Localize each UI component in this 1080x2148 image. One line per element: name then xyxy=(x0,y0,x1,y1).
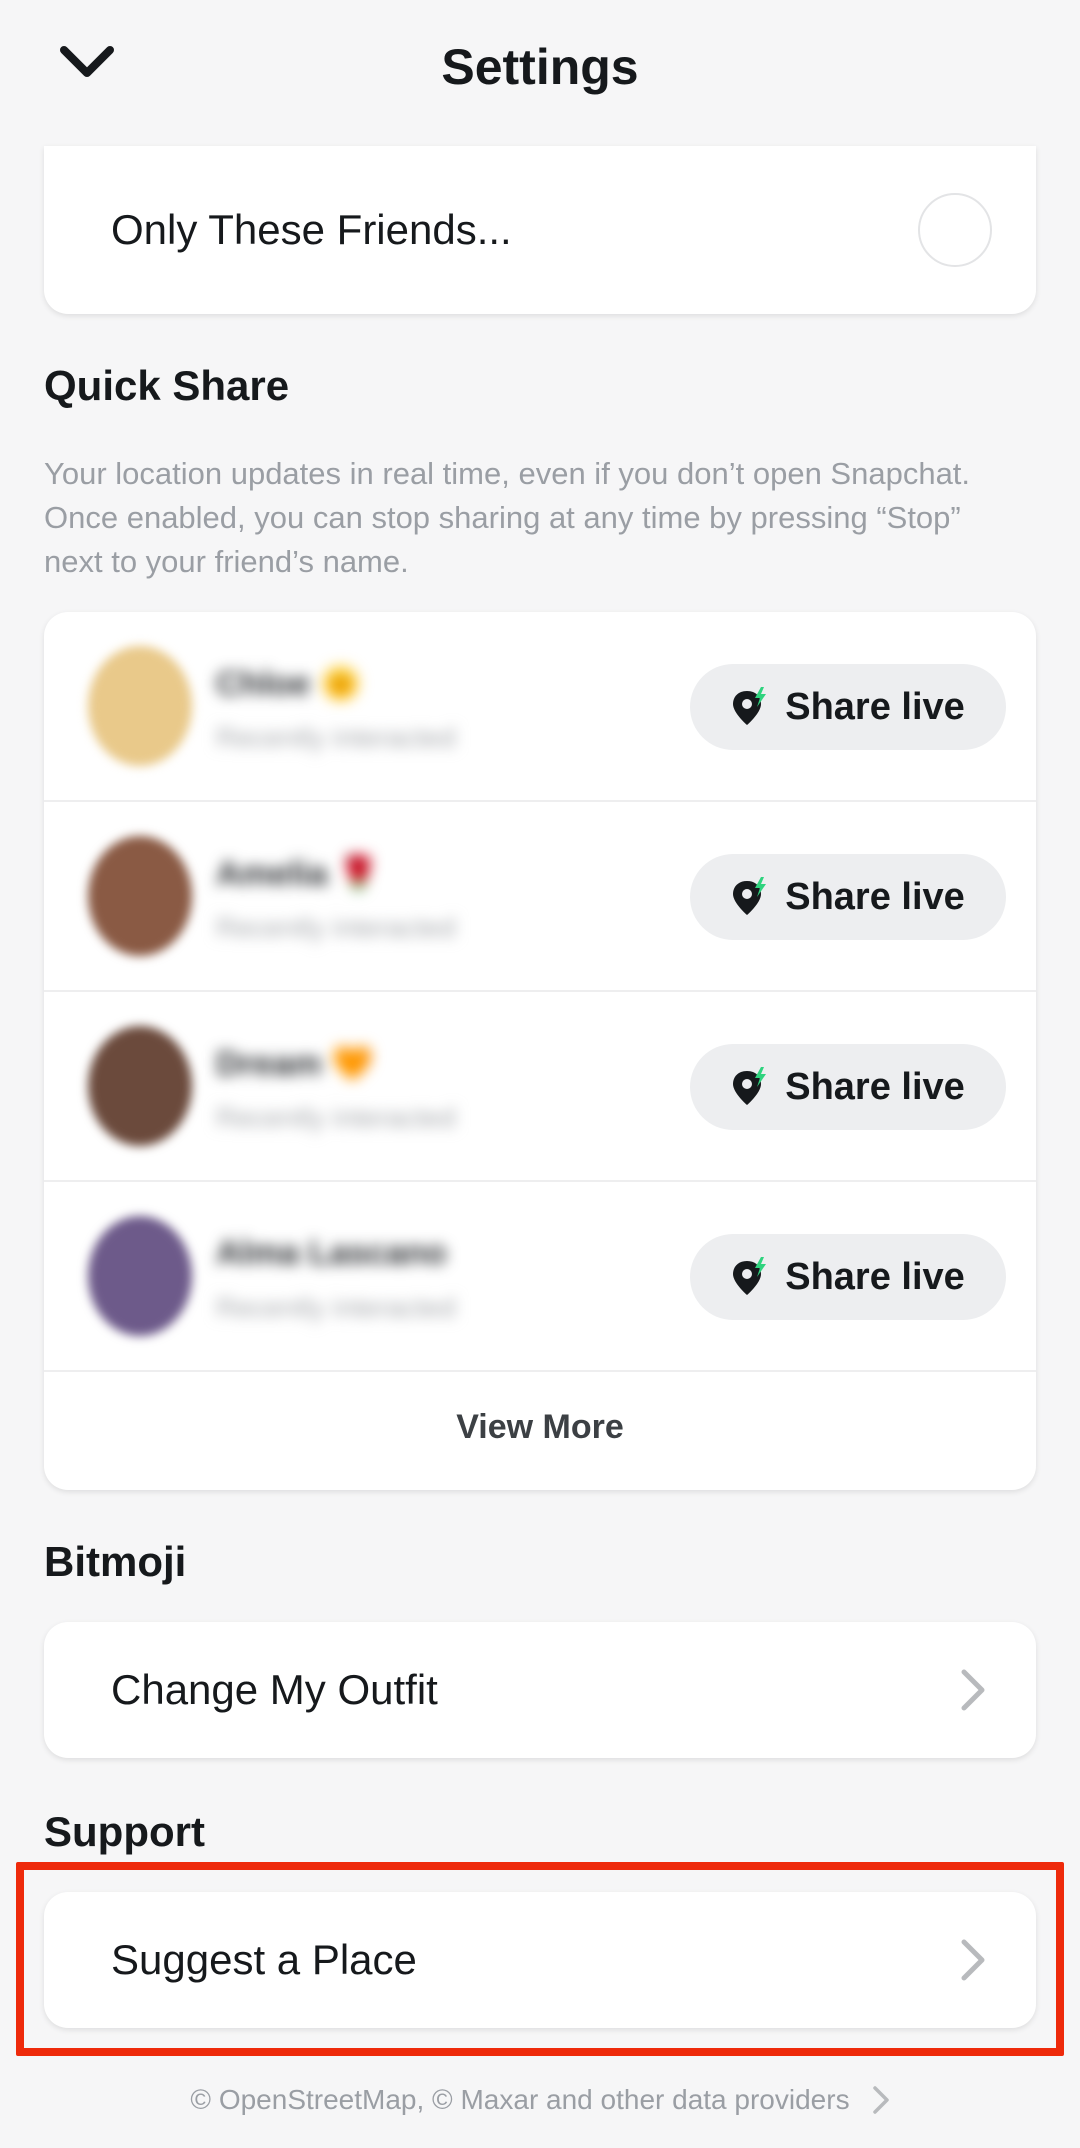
share-live-label: Share live xyxy=(785,685,965,728)
friend-name: Alma Lascano xyxy=(216,1234,447,1272)
live-location-pin-icon xyxy=(733,1067,767,1105)
avatar xyxy=(88,836,192,956)
friend-row: Dream 🧡 Recently interacted Share live xyxy=(44,992,1036,1182)
share-live-label: Share live xyxy=(785,1065,965,1108)
share-live-button[interactable]: Share live xyxy=(690,854,1006,940)
friend-subtitle: Recently interacted xyxy=(216,1102,456,1133)
share-live-label: Share live xyxy=(785,875,965,918)
avatar xyxy=(88,1026,192,1146)
avatar xyxy=(88,1216,192,1336)
highlight-annotation xyxy=(16,1862,1064,2056)
share-live-button[interactable]: Share live xyxy=(690,1234,1006,1320)
quick-share-description: Your location updates in real time, even… xyxy=(44,456,971,579)
page-title: Settings xyxy=(441,39,639,95)
friend-row: Alma Lascano Recently interacted Share l… xyxy=(44,1182,1036,1372)
chevron-right-icon xyxy=(961,1669,985,1711)
live-location-pin-icon xyxy=(733,687,767,725)
friend-subtitle: Recently interacted xyxy=(216,722,456,753)
map-attribution[interactable]: © OpenStreetMap, © Maxar and other data … xyxy=(0,2080,1080,2120)
live-location-pin-icon xyxy=(733,877,767,915)
avatar xyxy=(88,646,192,766)
view-more-button[interactable]: View More xyxy=(44,1372,1036,1482)
header: Settings xyxy=(0,0,1080,140)
only-these-friends-label: Only These Friends... xyxy=(111,206,512,253)
friend-name: Amelia 🌹 xyxy=(216,855,380,893)
chevron-right-icon xyxy=(872,2086,889,2114)
radio-button[interactable] xyxy=(918,193,992,267)
friend-subtitle: Recently interacted xyxy=(216,1292,456,1323)
friend-row: Chloe 🌞 Recently interacted Share live xyxy=(44,612,1036,802)
support-title: Support xyxy=(44,1808,205,1855)
share-live-button[interactable]: Share live xyxy=(690,664,1006,750)
quick-share-list: Chloe 🌞 Recently interacted Share live A… xyxy=(44,612,1036,1490)
friend-name: Dream 🧡 xyxy=(216,1045,374,1083)
friend-subtitle: Recently interacted xyxy=(216,912,456,943)
bitmoji-title: Bitmoji xyxy=(44,1538,187,1585)
change-my-outfit-label: Change My Outfit xyxy=(111,1666,438,1713)
quick-share-title: Quick Share xyxy=(44,362,290,409)
share-live-label: Share live xyxy=(785,1255,965,1298)
share-live-button[interactable]: Share live xyxy=(690,1044,1006,1130)
only-these-friends-row[interactable]: Only These Friends... xyxy=(44,146,1036,314)
live-location-pin-icon xyxy=(733,1257,767,1295)
friend-row: Amelia 🌹 Recently interacted Share live xyxy=(44,802,1036,992)
change-my-outfit-row[interactable]: Change My Outfit xyxy=(44,1622,1036,1758)
attribution-text: © OpenStreetMap, © Maxar and other data … xyxy=(190,2084,850,2115)
friend-name: Chloe 🌞 xyxy=(216,665,363,703)
